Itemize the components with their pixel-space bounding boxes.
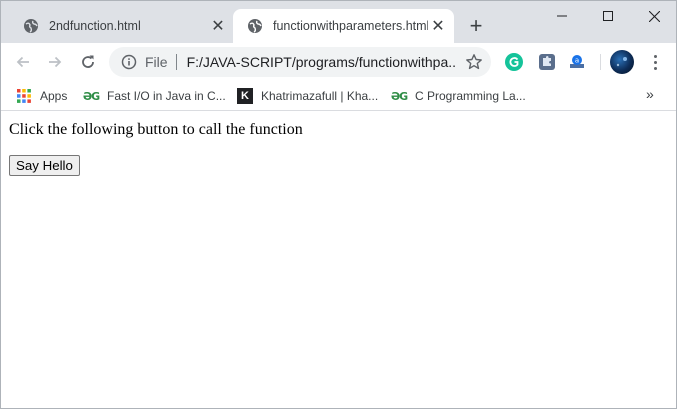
tab-title: 2ndfunction.html xyxy=(49,19,141,33)
close-icon xyxy=(648,10,660,22)
arrow-left-icon xyxy=(16,56,29,68)
toolbar-separator xyxy=(600,54,601,70)
bookmark-fast-io[interactable]: ƏG Fast I/O in Java in C... xyxy=(83,86,226,106)
grammarly-extension-icon[interactable] xyxy=(504,52,524,72)
page-content: Click the following button to call the f… xyxy=(1,112,676,408)
minimize-icon xyxy=(557,15,567,17)
instruction-text: Click the following button to call the f… xyxy=(9,121,303,138)
address-bar[interactable]: File F:/JAVA-SCRIPT/programs/functionwit… xyxy=(109,47,491,77)
bookmarks-bar: Apps ƏG Fast I/O in Java in C... K Khatr… xyxy=(1,81,676,111)
globe-icon xyxy=(248,19,262,33)
bookmark-label: Fast I/O in Java in C... xyxy=(107,89,226,103)
svg-text:a: a xyxy=(575,57,579,65)
bookmark-label: Apps xyxy=(40,89,68,103)
window-close-button[interactable] xyxy=(631,1,677,31)
reload-button[interactable] xyxy=(74,48,102,76)
k-icon: K xyxy=(237,88,253,104)
divider xyxy=(175,54,177,70)
browser-toolbar: File F:/JAVA-SCRIPT/programs/functionwit… xyxy=(1,43,676,81)
bookmark-apps[interactable]: Apps xyxy=(16,86,67,106)
apps-grid-icon xyxy=(16,88,32,104)
geeksforgeeks-icon: ƏG xyxy=(82,89,100,103)
tab-title: functionwithparameters.html xyxy=(273,19,428,33)
close-tab-icon[interactable]: ✕ xyxy=(428,16,448,36)
back-button[interactable] xyxy=(9,48,37,76)
geeksforgeeks-icon: ƏG xyxy=(390,89,408,103)
globe-icon xyxy=(24,19,38,33)
profile-avatar[interactable] xyxy=(610,50,634,74)
tab-functionwithparameters[interactable]: functionwithparameters.html ✕ xyxy=(233,9,454,43)
close-tab-icon[interactable]: ✕ xyxy=(208,16,228,36)
url-text[interactable]: F:/JAVA-SCRIPT/programs/functionwithpa..… xyxy=(187,54,457,70)
star-icon[interactable] xyxy=(465,53,483,71)
bookmark-label: C Programming La... xyxy=(415,89,526,103)
new-tab-button[interactable]: + xyxy=(463,13,489,39)
say-hello-button[interactable]: Say Hello xyxy=(9,155,80,176)
bookmark-label: Khatrimazafull | Kha... xyxy=(261,89,379,103)
minimize-button[interactable] xyxy=(539,1,585,31)
bookmark-khatrimazafull[interactable]: K Khatrimazafull | Kha... xyxy=(237,86,378,106)
arrow-right-icon xyxy=(49,56,62,68)
more-bookmarks-chevron-icon[interactable]: » xyxy=(646,86,654,102)
extension-icon[interactable]: a xyxy=(567,52,587,72)
forward-button[interactable] xyxy=(41,48,69,76)
reload-icon xyxy=(82,55,94,68)
tab-2ndfunction[interactable]: 2ndfunction.html ✕ xyxy=(9,9,234,43)
info-icon[interactable] xyxy=(121,54,137,70)
maximize-icon xyxy=(603,11,613,21)
scheme-label: File xyxy=(145,54,168,70)
browser-window: 2ndfunction.html ✕ functionwithparameter… xyxy=(0,0,677,409)
menu-kebab-icon[interactable] xyxy=(645,52,665,72)
tab-strip: 2ndfunction.html ✕ functionwithparameter… xyxy=(1,1,676,43)
bookmark-c-programming[interactable]: ƏG C Programming La... xyxy=(391,86,526,106)
maximize-button[interactable] xyxy=(585,1,631,31)
puzzle-extension-icon[interactable] xyxy=(537,52,557,72)
